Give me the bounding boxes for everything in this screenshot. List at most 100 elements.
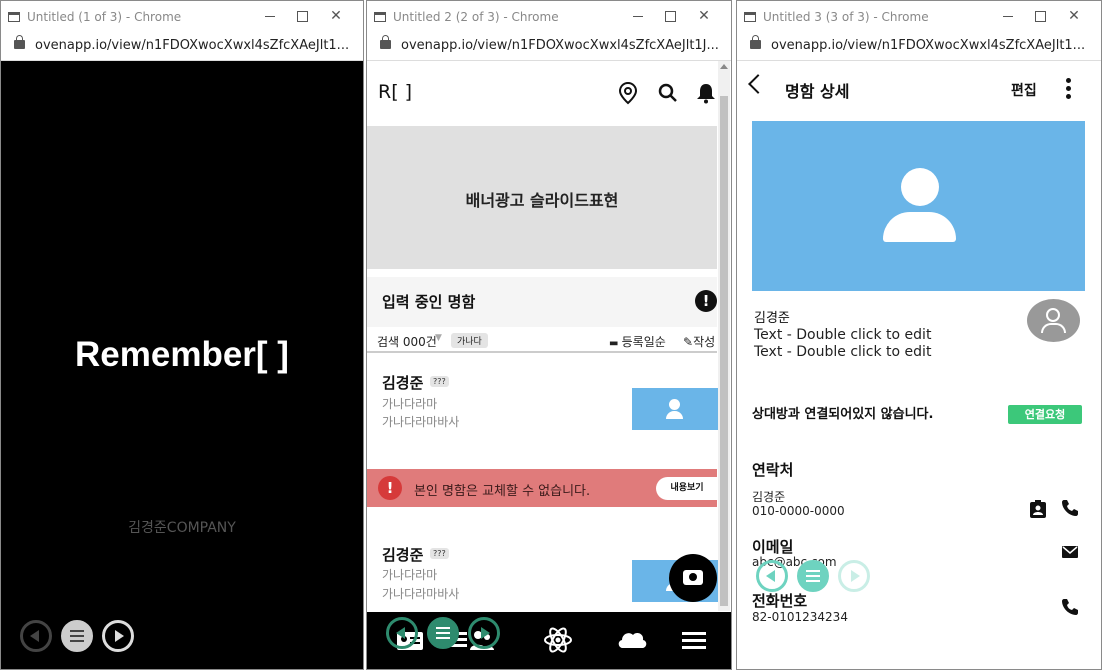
splash-title: Remember[ ] <box>75 335 289 374</box>
window-title: Untitled 2 (2 of 3) - Chrome <box>393 10 559 24</box>
write-button[interactable]: ✎작성 <box>683 333 715 350</box>
prev-page-button[interactable] <box>20 620 52 652</box>
search-icon[interactable] <box>656 81 680 105</box>
minimize-button[interactable] <box>625 5 651 27</box>
pencil-icon: ✎ <box>683 335 694 349</box>
location-pin-icon[interactable] <box>616 81 640 105</box>
menu-button[interactable] <box>61 620 93 652</box>
card-name: 김경준 <box>382 374 424 392</box>
cloud-tab-icon[interactable] <box>615 626 647 654</box>
next-page-button[interactable] <box>102 620 134 652</box>
prev-page-button[interactable] <box>386 617 418 649</box>
phone-icon[interactable] <box>1060 598 1080 618</box>
phone-icon[interactable] <box>1060 499 1080 519</box>
alert-icon[interactable]: ! <box>695 290 717 312</box>
text-line-1[interactable]: Text - Double click to edit <box>754 327 931 343</box>
banner-ad[interactable]: 배너광고 슬라이드표현 <box>367 126 717 269</box>
person-icon-body <box>883 212 956 242</box>
detail-header: 명함 상세 편집 <box>737 61 1101 116</box>
bottom-tab-bar <box>367 612 731 669</box>
menu-tab-icon[interactable] <box>679 626 709 654</box>
atom-tab-icon[interactable] <box>543 626 573 654</box>
minimize-button[interactable] <box>995 5 1021 27</box>
title-bar: Untitled (1 of 3) - Chrome ✕ <box>1 1 363 33</box>
scrollbar[interactable] <box>718 61 730 611</box>
next-page-button[interactable] <box>838 560 870 592</box>
scrollbar-thumb[interactable] <box>720 96 728 606</box>
browser-window-2: Untitled 2 (2 of 3) - Chrome ✕ ovenapp.i… <box>366 0 732 670</box>
menu-button[interactable] <box>427 617 459 649</box>
window-icon <box>374 12 386 22</box>
text-line-2[interactable]: Text - Double click to edit <box>754 344 931 360</box>
card-name: 김경준 <box>382 546 424 564</box>
contact-title: 연락처 <box>752 461 794 479</box>
address-bar[interactable]: ovenapp.io/view/n1FDOXwocXwxl4sZfcXAeJlt… <box>367 33 731 61</box>
section-header: 입력 중인 명함 ! <box>367 277 717 327</box>
home-screen: R[ ] 배너광고 슬라이드표현 입력 중인 명함 ! 검색 000건 ▼ 가나… <box>367 61 731 669</box>
person-icon-body <box>1041 323 1066 333</box>
view-details-button[interactable]: 내용보기 <box>656 477 718 500</box>
url-text: ovenapp.io/view/n1FDOXwocXwxl4sZfcXAeJlt… <box>35 38 350 53</box>
contact-name: 김경준 <box>752 490 786 504</box>
menu-icon <box>70 630 84 642</box>
sort-label: 등록일순 <box>621 335 666 349</box>
address-bar[interactable]: ovenapp.io/view/n1FDOXwocXwxl4sZfcXAeJlt… <box>737 33 1101 61</box>
url-text: ovenapp.io/view/n1FDOXwocXwxl4sZfcXAeJlt… <box>771 38 1086 53</box>
card-line1: 가나다라마 <box>382 568 438 582</box>
more-vert-icon[interactable] <box>1066 78 1072 100</box>
card-line2: 가나다라마바사 <box>382 415 460 429</box>
sort-chip[interactable]: 가나다 <box>451 333 488 348</box>
close-button[interactable]: ✕ <box>691 5 717 27</box>
close-button[interactable]: ✕ <box>1061 5 1087 27</box>
card-thumbnail <box>632 388 718 430</box>
bell-icon[interactable] <box>694 81 718 105</box>
window-icon <box>8 12 20 22</box>
url-text: ovenapp.io/view/n1FDOXwocXwxl4sZfcXAeJlt… <box>401 38 719 53</box>
person-icon <box>669 399 680 410</box>
sort-option[interactable]: ▬ 등록일순 <box>609 333 666 350</box>
card-list-item[interactable]: 김경준 ??? 가나다라마 가나다라마바사 <box>367 361 718 461</box>
card-badge: ??? <box>430 548 449 559</box>
banner-text: 배너광고 슬라이드표현 <box>465 191 619 210</box>
lock-icon <box>750 35 761 49</box>
lock-icon <box>14 35 25 49</box>
address-bar[interactable]: ovenapp.io/view/n1FDOXwocXwxl4sZfcXAeJlt… <box>1 33 363 61</box>
window-title: Untitled (1 of 3) - Chrome <box>27 10 182 24</box>
page-title: 명함 상세 <box>785 82 850 101</box>
maximize-button[interactable] <box>289 5 315 27</box>
next-page-button[interactable] <box>468 617 500 649</box>
card-badge: ??? <box>430 376 449 387</box>
minimize-button[interactable] <box>257 5 283 27</box>
person-icon <box>901 168 939 206</box>
card-line2: 가나다라마바사 <box>382 587 460 601</box>
connect-request-button[interactable]: 연결요청 <box>1008 405 1082 424</box>
scroll-up-icon[interactable] <box>720 64 728 69</box>
title-bar: Untitled 3 (3 of 3) - Chrome ✕ <box>737 1 1101 33</box>
person-icon <box>1046 308 1060 322</box>
menu-button[interactable] <box>797 560 829 592</box>
back-arrow-icon[interactable] <box>748 74 768 94</box>
edit-button[interactable]: 편집 <box>1011 80 1037 100</box>
connection-status: 상대방과 연결되어있지 않습니다. <box>752 407 934 422</box>
splash-screen: Remember[ ] 김경준COMPANY <box>1 61 363 669</box>
browser-window-3: Untitled 3 (3 of 3) - Chrome ✕ ovenapp.i… <box>736 0 1102 670</box>
prev-page-button[interactable] <box>756 560 788 592</box>
camera-fab-button[interactable] <box>669 554 717 602</box>
arrow-left-icon <box>30 630 39 642</box>
filter-bar: 검색 000건 ▼ 가나다 ▬ 등록일순 ✎작성 <box>367 329 717 353</box>
avatar <box>1027 299 1080 342</box>
arrow-right-icon <box>851 570 860 582</box>
dropdown-icon[interactable]: ▼ <box>435 333 442 343</box>
camera-icon <box>683 570 703 585</box>
toast-message: ! 본인 명함은 교체할 수 없습니다. 내용보기 <box>367 469 718 507</box>
close-button[interactable]: ✕ <box>323 5 349 27</box>
maximize-button[interactable] <box>657 5 683 27</box>
email-title: 이메일 <box>752 538 794 556</box>
card-photo[interactable] <box>752 121 1085 291</box>
maximize-button[interactable] <box>1027 5 1053 27</box>
contact-card-icon[interactable] <box>1028 499 1048 519</box>
contact-phone: 010-0000-0000 <box>752 504 845 518</box>
mail-icon[interactable] <box>1060 544 1080 564</box>
window-title: Untitled 3 (3 of 3) - Chrome <box>763 10 929 24</box>
section-title: 입력 중인 명함 <box>382 293 476 311</box>
